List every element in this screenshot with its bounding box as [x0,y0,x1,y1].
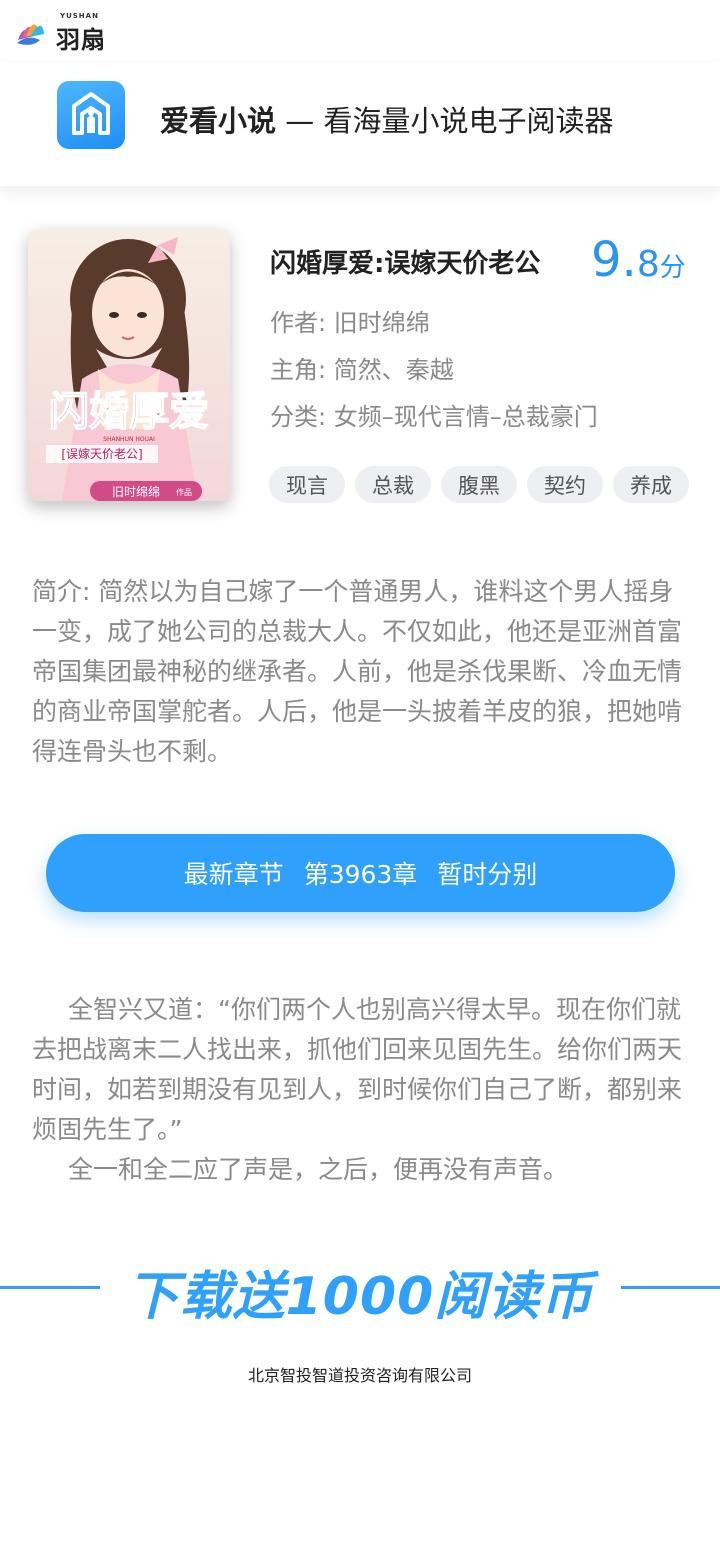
book-author: 作者: 旧时绵绵 [270,303,430,338]
latest-chapter-label: 最新章节 [183,860,284,889]
company-name: 北京智投智道投资咨询有限公司 [247,1366,472,1385]
yushan-fan-logo-icon [17,24,44,45]
rating-unit: 分 [659,253,686,283]
protagonist-value: 简然、秦越 [333,356,454,384]
app-title: 爱看小说 — 看海量小说电子阅读器 [160,98,613,140]
app-icon[interactable] [57,81,125,149]
app-slogan: 看海量小说电子阅读器 [323,104,614,138]
tag-item[interactable]: 腹黑 [441,466,517,503]
book-category: 分类: 女频–现代言情–总裁豪门 [270,397,598,432]
author-value: 旧时绵绵 [333,309,430,337]
cover-author-suffix: 作品 [176,487,192,497]
category-label: 分类: [270,403,334,431]
download-banner[interactable]: 下载送1000阅读币 [0,1254,720,1329]
latest-chapter-name: 暂时分别 [437,860,538,889]
latest-chapter-number: 第3963章 [303,860,418,889]
cover-title: 闪婚厚爱 [49,388,209,435]
book-rating: 9.8分 [591,232,686,288]
book-synopsis: 简介: 简然以为自己嫁了一个普通男人，谁料这个男人摇身一变，成了她公司的总裁大人… [32,577,683,766]
app-dash: — [285,104,315,138]
brand-bar: YUSHAN 羽扇 [0,0,720,62]
book-cover[interactable]: 闪婚厚爱 SHANHUN HOUAI [误嫁天价老公] 旧时绵绵 作品 [28,229,230,501]
tag-item[interactable]: 契约 [527,466,603,503]
brand-name: 羽扇 [56,26,106,54]
book-tags: 现言 总裁 腹黑 契约 养成 [269,466,689,503]
rating-decimal: 8 [636,244,660,285]
tag-item[interactable]: 养成 [613,466,689,503]
tag-item[interactable]: 现言 [269,466,345,503]
brand-latin: YUSHAN [60,12,99,20]
latest-chapter-button[interactable]: 最新章节 第3963章 暂时分别 [46,834,675,912]
rating-integer: 9 [591,232,622,288]
cover-pinyin: SHANHUN HOUAI [103,436,155,443]
app-name: 爱看小说 [160,104,277,138]
author-label: 作者: [270,309,334,337]
book-house-icon [72,92,110,135]
cover-author: 旧时绵绵 [112,485,160,499]
category-value: 女频–现代言情–总裁豪门 [333,403,598,431]
protagonist-label: 主角: [270,356,334,384]
chapter-excerpt: 全智兴又道：“你们两个人也别高兴得太早。现在你们就去把战离末二人找出来，抓他们回… [32,990,702,1190]
excerpt-paragraph: 全一和全二应了声是，之后，便再没有声音。 [68,1155,569,1184]
cover-illustration: 闪婚厚爱 SHANHUN HOUAI [误嫁天价老公] 旧时绵绵 作品 [28,229,230,501]
app-header[interactable]: 爱看小说 — 看海量小说电子阅读器 [0,62,720,186]
book-protagonist: 主角: 简然、秦越 [270,350,454,385]
cover-subtitle: [误嫁天价老公] [61,446,142,461]
rating-dot: . [621,232,637,288]
book-title: 闪婚厚爱:误嫁天价老公 [270,249,541,279]
excerpt-paragraph: 全智兴又道：“你们两个人也别高兴得太早。现在你们就去把战离末二人找出来，抓他们回… [32,995,683,1144]
tag-item[interactable]: 总裁 [355,466,431,503]
